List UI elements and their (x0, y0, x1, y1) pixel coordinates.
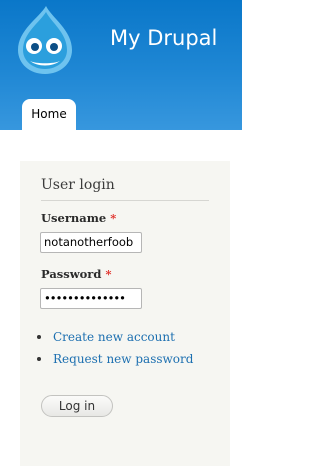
password-input[interactable]: •••••••••••••• (40, 288, 142, 309)
username-required-marker: * (110, 211, 117, 225)
drupal-logo-icon[interactable] (14, 4, 76, 76)
password-label: Password * (41, 267, 111, 281)
block-title: User login (41, 177, 115, 193)
username-label: Username * (41, 211, 116, 225)
list-item: Request new password (20, 348, 193, 370)
password-label-text: Password (41, 267, 102, 281)
password-required-marker: * (105, 267, 112, 281)
tab-home[interactable]: Home (22, 99, 76, 130)
block-title-divider (41, 200, 209, 201)
page: My Drupal Home User login Username * not… (0, 0, 242, 466)
request-password-link[interactable]: Request new password (53, 352, 193, 366)
user-links-list: Create new account Request new password (20, 326, 193, 370)
create-account-link[interactable]: Create new account (53, 330, 175, 344)
username-label-text: Username (41, 211, 107, 225)
bullet-icon (37, 335, 41, 339)
site-name-link[interactable]: My Drupal (110, 26, 217, 50)
username-input[interactable]: notanotherfoob (40, 232, 142, 253)
list-item: Create new account (20, 326, 193, 348)
user-login-block: User login Username * notanotherfoob Pas… (20, 161, 230, 466)
login-button[interactable]: Log in (41, 395, 113, 417)
site-header: My Drupal Home (0, 0, 242, 130)
bullet-icon (37, 357, 41, 361)
